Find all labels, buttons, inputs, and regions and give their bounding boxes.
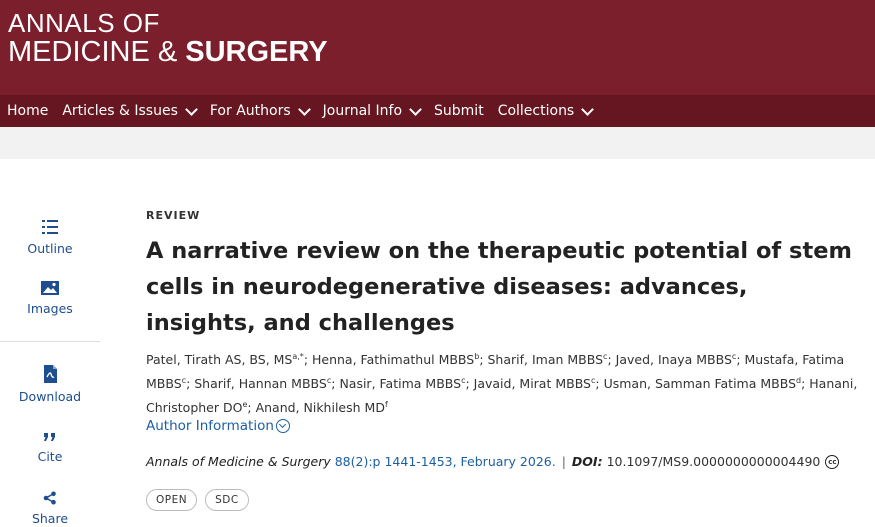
nav-submit[interactable]: Submit <box>427 95 491 127</box>
author-affiliation-marker: b <box>474 352 480 361</box>
author-name[interactable]: Sharif, Iman MBBS <box>488 352 604 367</box>
masthead: ANNALS OF MEDICINE & SURGERY <box>0 0 875 95</box>
author-name[interactable]: Nasir, Fatima MBBS <box>339 376 461 391</box>
sidebar-divider <box>0 341 100 342</box>
share-icon <box>43 491 56 505</box>
outline-button[interactable]: Outline <box>0 218 100 256</box>
nav-journal-info[interactable]: Journal Info <box>316 95 427 127</box>
author-name[interactable]: Javed, Inaya MBBS <box>616 352 732 367</box>
author-list: Patel, Tirath AS, BS, MSa,*; Henna, Fath… <box>146 352 858 416</box>
nav-collections[interactable]: Collections <box>491 95 600 127</box>
author-affiliation-marker: c <box>181 376 187 386</box>
doi-value: 10.1097/MS9.0000000000004490 <box>606 454 821 469</box>
author-affiliation-marker: f <box>384 400 388 410</box>
open-access-badge: OPEN <box>146 489 198 511</box>
sdc-badge: SDC <box>205 489 249 511</box>
article-type: REVIEW <box>146 209 201 222</box>
journal-logo[interactable]: ANNALS OF MEDICINE & SURGERY <box>8 10 328 67</box>
secondary-bar <box>0 127 875 159</box>
journal-name: Annals of Medicine & Surgery <box>146 454 331 469</box>
logo-line-2: MEDICINE & SURGERY <box>8 36 328 68</box>
author-affiliation-marker: c <box>731 352 737 361</box>
nav-articles-issues[interactable]: Articles & Issues <box>55 95 203 127</box>
author-affiliation-marker: d <box>796 376 802 386</box>
author-name[interactable]: Anand, Nikhilesh MD <box>256 400 385 415</box>
images-button[interactable]: Images <box>0 280 100 316</box>
nav-home[interactable]: Home <box>0 95 55 127</box>
share-button[interactable]: Share <box>0 490 100 526</box>
download-label: Download <box>18 389 82 404</box>
author-affiliation-marker: c <box>591 376 596 386</box>
chevron-down-icon <box>185 102 198 116</box>
doi-label: DOI: <box>571 454 603 469</box>
chevron-down-icon <box>409 102 422 116</box>
share-label: Share <box>31 511 69 526</box>
author-name[interactable]: Sharif, Hannan MBBS <box>194 376 327 391</box>
main-nav: Home Articles & Issues For Authors Journ… <box>0 95 875 127</box>
creative-commons-icon: cc <box>825 454 840 469</box>
author-name[interactable]: Usman, Samman Fatima MBBS <box>604 376 796 391</box>
article-title: A narrative review on the therapeutic po… <box>146 238 852 336</box>
outline-label: Outline <box>27 241 73 256</box>
logo-line-1: ANNALS OF <box>8 8 160 38</box>
citation-line: Annals of Medicine & Surgery 88(2):p 144… <box>146 454 840 469</box>
images-label: Images <box>27 301 73 316</box>
cite-label: Cite <box>37 449 63 464</box>
author-name[interactable]: Henna, Fathimathul MBBS <box>312 352 474 367</box>
separator: | <box>561 454 566 469</box>
issue-link[interactable]: 88(2):p 1441-1453, February 2026. <box>335 454 556 469</box>
author-name[interactable]: Javaid, Mirat MBBS <box>474 376 591 391</box>
download-button[interactable]: Download <box>0 364 100 404</box>
chevron-down-icon <box>581 102 595 116</box>
author-affiliation-marker: e <box>242 400 248 410</box>
chevron-down-circle-icon <box>275 419 290 433</box>
chevron-down-icon <box>297 102 311 116</box>
image-icon <box>41 281 59 295</box>
author-affiliation-marker: a,* <box>292 352 304 361</box>
author-affiliation-marker: c <box>461 376 466 386</box>
cite-button[interactable]: Cite <box>0 430 100 464</box>
nav-for-authors[interactable]: For Authors <box>203 95 316 127</box>
quote-icon <box>44 433 55 441</box>
author-affiliation-marker: c <box>603 352 608 361</box>
author-information-toggle[interactable]: Author Information <box>146 418 290 434</box>
author-affiliation-marker: c <box>326 376 332 386</box>
badge-row: OPEN SDC <box>146 489 257 511</box>
outline-list-icon <box>42 220 58 234</box>
pdf-download-icon <box>44 365 57 383</box>
author-name[interactable]: Patel, Tirath AS, BS, MS <box>146 352 292 367</box>
